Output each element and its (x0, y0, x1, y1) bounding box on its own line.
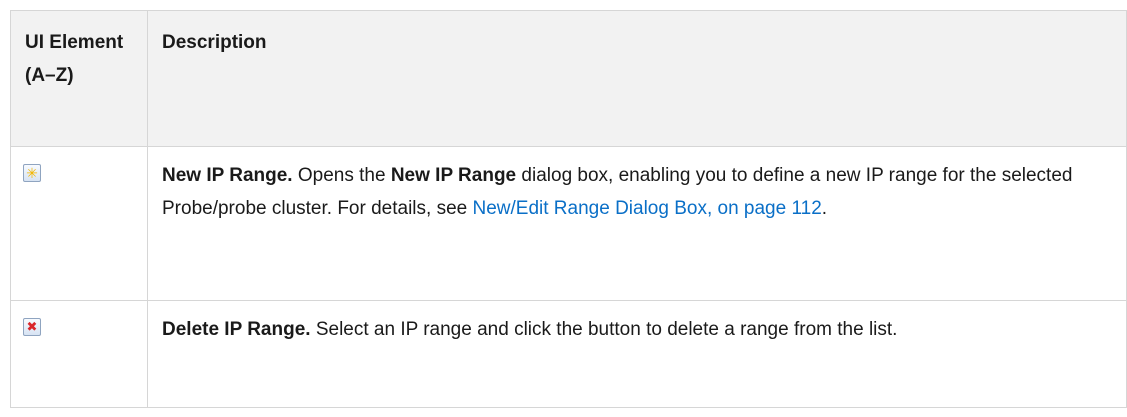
delete-ip-range-icon (23, 318, 41, 336)
table-row: Delete IP Range. Select an IP range and … (10, 300, 1127, 408)
icon-cell (10, 300, 148, 408)
new-ip-range-icon (23, 164, 41, 182)
table-row: New IP Range. Opens the New IP Range dia… (10, 146, 1127, 301)
row-text: Select an IP range and click the button … (310, 319, 898, 340)
row-text: . (821, 198, 828, 219)
description-cell: New IP Range. Opens the New IP Range dia… (147, 146, 1127, 301)
icon-cell (10, 146, 148, 301)
row-title: New IP Range. (162, 165, 293, 186)
table-header-row: UI Element (A–Z) Description (10, 10, 1127, 147)
header-ui-element: UI Element (A–Z) (10, 10, 148, 147)
row-title: Delete IP Range. (162, 319, 311, 340)
description-cell: Delete IP Range. Select an IP range and … (147, 300, 1127, 408)
new-edit-range-link[interactable]: New/Edit Range Dialog Box, on page 112 (473, 198, 822, 219)
row-text: Opens the (292, 165, 391, 186)
header-description: Description (147, 10, 1127, 147)
row-bold-term: New IP Range (390, 165, 517, 186)
ui-elements-table: UI Element (A–Z) Description New IP Rang… (10, 10, 1127, 408)
